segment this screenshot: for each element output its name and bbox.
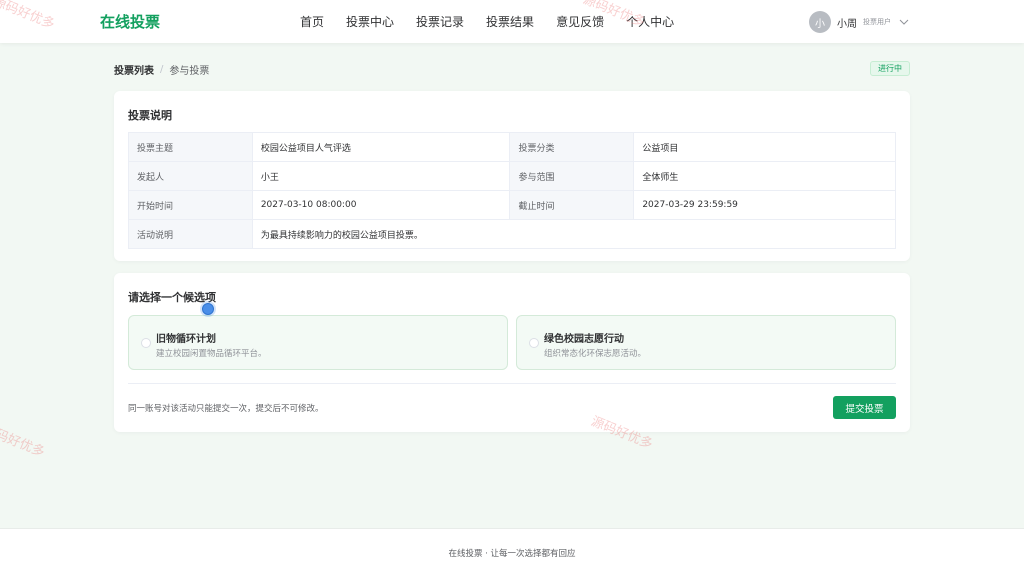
user-name: 小周 (837, 18, 857, 30)
option-title: 绿色校园志愿行动 (544, 334, 624, 345)
candidate-option-2[interactable]: 绿色校园志愿行动 组织常态化环保志愿活动。 (516, 315, 896, 370)
value-start-time: 2027-03-10 08:00:00 (251, 190, 511, 220)
top-navbar: 在线投票 首页 投票中心 投票记录 投票结果 意见反馈 个人中心 小 小周 投票… (0, 0, 1024, 43)
label-category: 投票分类 (509, 132, 635, 162)
label-description: 活动说明 (128, 219, 253, 249)
submit-vote-button[interactable]: 提交投票 (833, 396, 896, 419)
user-role: 投票用户 (863, 18, 891, 26)
label-scope: 参与范围 (509, 161, 635, 191)
value-scope: 全体师生 (633, 161, 896, 191)
label-initiator: 发起人 (128, 161, 253, 191)
value-topic: 校园公益项目人气评选 (251, 132, 511, 162)
breadcrumb: 投票列表 / 参与投票 (114, 62, 209, 77)
vote-options-card: 请选择一个候选项 旧物循环计划 建立校园闲置物品循环平台。 绿色校园志愿行动 组… (114, 273, 910, 432)
nav-item-feedback[interactable]: 意见反馈 (556, 13, 604, 30)
value-end-time: 2027-03-29 23:59:59 (633, 190, 896, 220)
info-card-title: 投票说明 (128, 109, 172, 122)
site-logo[interactable]: 在线投票 (100, 11, 160, 32)
divider (128, 383, 896, 384)
label-start-time: 开始时间 (128, 190, 253, 220)
main-nav: 首页 投票中心 投票记录 投票结果 意见反馈 个人中心 (300, 13, 696, 30)
radio-button[interactable] (529, 338, 539, 348)
table-row: 开始时间 2027-03-10 08:00:00 截止时间 2027-03-29… (128, 190, 896, 220)
vote-card-title: 请选择一个候选项 (128, 291, 216, 304)
option-description: 建立校园闲置物品循环平台。 (156, 349, 267, 359)
value-category: 公益项目 (633, 132, 896, 162)
watermark: 源码好优多 (0, 422, 47, 461)
candidate-option-1[interactable]: 旧物循环计划 建立校园闲置物品循环平台。 (128, 315, 508, 370)
nav-item-vote-center[interactable]: 投票中心 (346, 13, 394, 30)
breadcrumb-vote-list[interactable]: 投票列表 (114, 62, 154, 77)
avatar: 小 (809, 11, 831, 33)
table-row: 投票主题 校园公益项目人气评选 投票分类 公益项目 (128, 132, 896, 162)
submit-note: 同一账号对该活动只能提交一次，提交后不可修改。 (128, 404, 324, 414)
footer-text: 在线投票 · 让每一次选择都有回应 (448, 548, 576, 559)
label-end-time: 截止时间 (509, 190, 635, 220)
user-menu[interactable]: 小 小周 投票用户 (809, 11, 909, 33)
vote-info-card: 投票说明 投票主题 校园公益项目人气评选 投票分类 公益项目 发起人 小王 参与… (114, 91, 910, 261)
cursor-indicator-icon (202, 303, 214, 315)
nav-item-vote-records[interactable]: 投票记录 (416, 13, 464, 30)
table-row: 发起人 小王 参与范围 全体师生 (128, 161, 896, 191)
breadcrumb-separator: / (160, 64, 164, 75)
nav-item-vote-results[interactable]: 投票结果 (486, 13, 534, 30)
chevron-down-icon (899, 19, 909, 25)
radio-button[interactable] (141, 338, 151, 348)
value-description: 为最具持续影响力的校园公益项目投票。 (251, 219, 897, 249)
vote-info-table: 投票主题 校园公益项目人气评选 投票分类 公益项目 发起人 小王 参与范围 全体… (128, 132, 897, 249)
value-initiator: 小王 (251, 161, 511, 191)
option-title: 旧物循环计划 (156, 334, 216, 345)
breadcrumb-current: 参与投票 (169, 66, 210, 77)
status-badge: 进行中 (870, 61, 910, 76)
nav-item-home[interactable]: 首页 (300, 13, 324, 30)
option-description: 组织常态化环保志愿活动。 (544, 349, 647, 359)
page-footer: 在线投票 · 让每一次选择都有回应 (0, 528, 1024, 576)
table-row: 活动说明 为最具持续影响力的校园公益项目投票。 (128, 219, 897, 249)
label-topic: 投票主题 (128, 132, 253, 162)
nav-item-profile[interactable]: 个人中心 (626, 13, 674, 30)
